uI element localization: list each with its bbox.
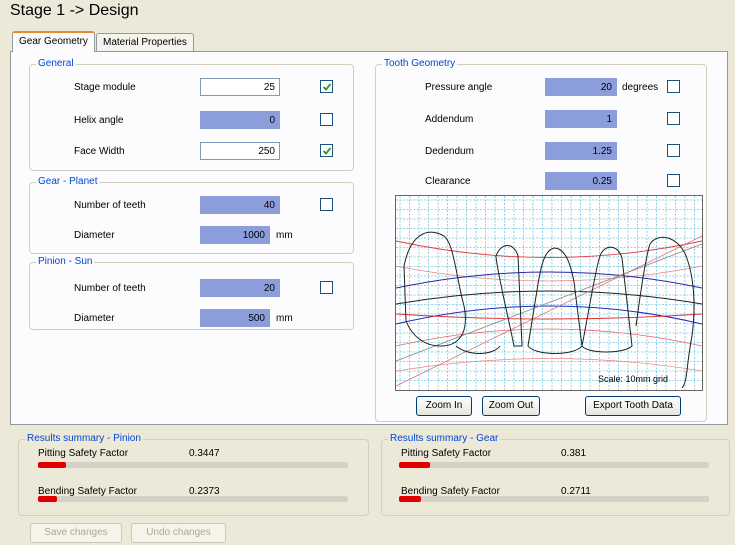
undo-changes-button[interactable]: Undo changes bbox=[131, 523, 226, 543]
helix-angle-checkbox[interactable] bbox=[320, 113, 333, 126]
addendum-label: Addendum bbox=[425, 114, 474, 125]
tooth-geometry-group-label: Tooth Geometry bbox=[382, 58, 458, 69]
sun-diameter-field: 500 bbox=[200, 309, 270, 327]
stage-module-label: Stage module bbox=[74, 82, 136, 93]
gear-geometry-panel: General Stage module 25 Helix angle 0 Fa… bbox=[10, 51, 728, 425]
sun-group-label: Pinion - Sun bbox=[36, 256, 95, 267]
zoom-out-button[interactable]: Zoom Out bbox=[482, 396, 540, 416]
check-icon bbox=[322, 147, 332, 155]
planet-teeth-checkbox[interactable] bbox=[320, 198, 333, 211]
zoom-in-button[interactable]: Zoom In bbox=[416, 396, 472, 416]
planet-diameter-label: Diameter bbox=[74, 230, 115, 241]
pinion-pitting-bar bbox=[38, 462, 348, 468]
dedendum-label: Dedendum bbox=[425, 146, 474, 157]
clearance-field: 0.25 bbox=[545, 172, 617, 190]
pressure-angle-field: 20 bbox=[545, 78, 617, 96]
clearance-checkbox[interactable] bbox=[667, 174, 680, 187]
clearance-label: Clearance bbox=[425, 176, 471, 187]
planet-diameter-unit: mm bbox=[276, 230, 293, 241]
helix-angle-label: Helix angle bbox=[74, 115, 124, 126]
export-tooth-data-button[interactable]: Export Tooth Data bbox=[585, 396, 681, 416]
pinion-bending-bar-fill bbox=[38, 496, 57, 502]
pressure-angle-checkbox[interactable] bbox=[667, 80, 680, 93]
tab-gear-geometry[interactable]: Gear Geometry bbox=[12, 31, 95, 52]
dedendum-field: 1.25 bbox=[545, 142, 617, 160]
pinion-pitting-bar-fill bbox=[38, 462, 66, 468]
results-pinion-label: Results summary - Pinion bbox=[25, 433, 143, 444]
plot-scale-label: Scale: 10mm grid bbox=[598, 374, 668, 384]
save-changes-button[interactable]: Save changes bbox=[30, 523, 122, 543]
sun-teeth-field: 20 bbox=[200, 279, 280, 297]
pinion-pitting-value: 0.3447 bbox=[189, 448, 220, 459]
results-gear-label: Results summary - Gear bbox=[388, 433, 501, 444]
pressure-angle-unit: degrees bbox=[622, 82, 659, 93]
planet-group: Gear - Planet bbox=[29, 176, 354, 254]
gear-pitting-label: Pitting Safety Factor bbox=[401, 448, 492, 459]
sun-teeth-checkbox[interactable] bbox=[320, 281, 333, 294]
window-title: Stage 1 -> Design bbox=[10, 2, 139, 19]
stage-module-checkbox[interactable] bbox=[320, 80, 333, 93]
addendum-checkbox[interactable] bbox=[667, 112, 680, 125]
pressure-angle-label: Pressure angle bbox=[425, 82, 493, 93]
addendum-field: 1 bbox=[545, 110, 617, 128]
tooth-profile-graphic: Scale: 10mm grid bbox=[396, 196, 702, 390]
face-width-input[interactable]: 250 bbox=[200, 142, 280, 160]
gear-bending-bar-fill bbox=[399, 496, 421, 502]
face-width-checkbox[interactable] bbox=[320, 144, 333, 157]
gear-pitting-bar-fill bbox=[399, 462, 430, 468]
planet-group-label: Gear - Planet bbox=[36, 176, 100, 187]
planet-teeth-field: 40 bbox=[200, 196, 280, 214]
pinion-pitting-label: Pitting Safety Factor bbox=[38, 448, 129, 459]
tab-material-properties[interactable]: Material Properties bbox=[96, 33, 194, 52]
pinion-bending-bar bbox=[38, 496, 348, 502]
sun-diameter-label: Diameter bbox=[74, 313, 115, 324]
face-width-label: Face Width bbox=[74, 146, 125, 157]
planet-diameter-field: 1000 bbox=[200, 226, 270, 244]
stage-module-input[interactable]: 25 bbox=[200, 78, 280, 96]
sun-teeth-label: Number of teeth bbox=[74, 283, 146, 294]
sun-diameter-unit: mm bbox=[276, 313, 293, 324]
gear-pitting-value: 0.381 bbox=[561, 448, 587, 459]
check-icon bbox=[322, 83, 332, 91]
dedendum-checkbox[interactable] bbox=[667, 144, 680, 157]
tooth-profile-plot: Scale: 10mm grid bbox=[395, 195, 703, 391]
gear-pitting-bar bbox=[399, 462, 709, 468]
helix-angle-field: 0 bbox=[200, 111, 280, 129]
gear-bending-bar bbox=[399, 496, 709, 502]
general-group-label: General bbox=[36, 58, 76, 69]
planet-teeth-label: Number of teeth bbox=[74, 200, 146, 211]
